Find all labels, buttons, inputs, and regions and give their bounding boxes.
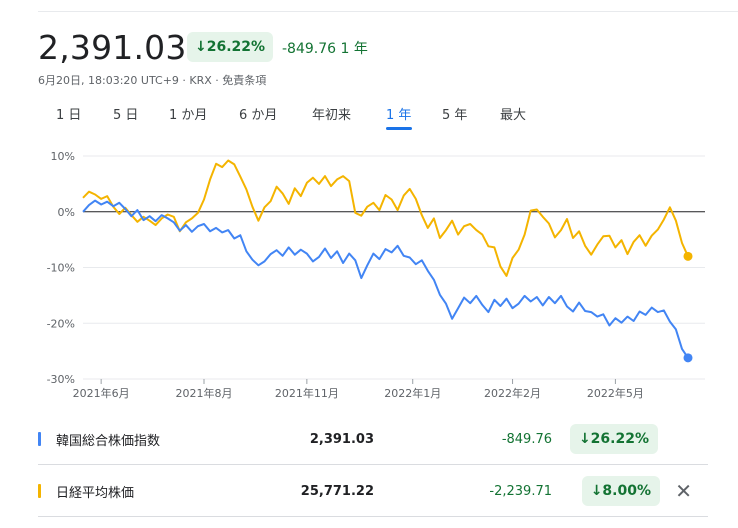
y-tick-label: -20% xyxy=(47,317,75,330)
series-swatch-kospi xyxy=(38,432,41,446)
x-tick-label: 2021年6月 xyxy=(73,386,130,400)
x-tick-label: 2022年2月 xyxy=(484,386,541,400)
series-line xyxy=(82,159,689,277)
active-tab-indicator xyxy=(386,127,412,130)
legend-divider xyxy=(38,464,708,465)
series-value: 25,771.22 xyxy=(300,483,374,499)
close-icon[interactable]: ✕ xyxy=(675,479,692,503)
y-tick-label: 10% xyxy=(51,150,75,163)
series-line xyxy=(82,199,689,359)
tab-1y[interactable]: 1 年 xyxy=(386,104,411,123)
tab-1m[interactable]: 1 か月 xyxy=(169,104,207,123)
series-change-pct: ↓8.00% xyxy=(581,476,660,506)
x-tick-label: 2022年5月 xyxy=(587,386,644,400)
series-name[interactable]: 日経平均株価 xyxy=(56,482,134,501)
legend-bottom-divider xyxy=(38,516,708,517)
change-percent-badge: ↓26.22% xyxy=(187,32,274,62)
series-value: 2,391.03 xyxy=(309,431,374,447)
tab-5y[interactable]: 5 年 xyxy=(442,104,467,123)
comparison-line-chart[interactable]: 10% 0% -10% -20% -30%2021年6月 2021年8月 2021年11月 2… xyxy=(0,140,738,412)
series-name[interactable]: 韓国総合株価指数 xyxy=(56,430,160,449)
series-change-pct: ↓26.22% xyxy=(569,424,658,454)
tab-6m[interactable]: 6 か月 xyxy=(239,104,277,123)
series-endpoint xyxy=(683,251,693,261)
tab-5d[interactable]: 5 日 xyxy=(113,104,138,123)
tab-max[interactable]: 最大 xyxy=(500,104,526,123)
change-absolute: -849.76 1 年 xyxy=(282,41,368,57)
series-endpoint xyxy=(683,353,693,363)
y-tick-label: -10% xyxy=(47,262,75,275)
quote-meta: 6月20日, 18:03:20 UTC+9 · KRX · 免責条項 xyxy=(38,74,267,87)
tab-1d[interactable]: 1 日 xyxy=(56,104,81,123)
x-tick-label: 2022年1月 xyxy=(384,386,441,400)
y-tick-label: 0% xyxy=(58,206,75,219)
x-tick-label: 2021年11月 xyxy=(275,386,339,400)
y-tick-label: -30% xyxy=(47,373,75,386)
tab-ytd[interactable]: 年初来 xyxy=(312,104,351,123)
current-price: 2,391.03 xyxy=(38,28,187,67)
legend-row-nikkei: 日経平均株価 25,771.22 -2,239.71 ↓8.00% ✕ xyxy=(38,472,708,510)
legend-row-kospi: 韓国総合株価指数 2,391.03 -849.76 ↓26.22% xyxy=(38,420,708,458)
series-change-abs: -849.76 xyxy=(501,431,552,447)
series-change-abs: -2,239.71 xyxy=(489,483,552,499)
x-tick-label: 2021年8月 xyxy=(176,386,233,400)
series-swatch-nikkei xyxy=(38,484,41,498)
top-divider xyxy=(38,11,738,12)
